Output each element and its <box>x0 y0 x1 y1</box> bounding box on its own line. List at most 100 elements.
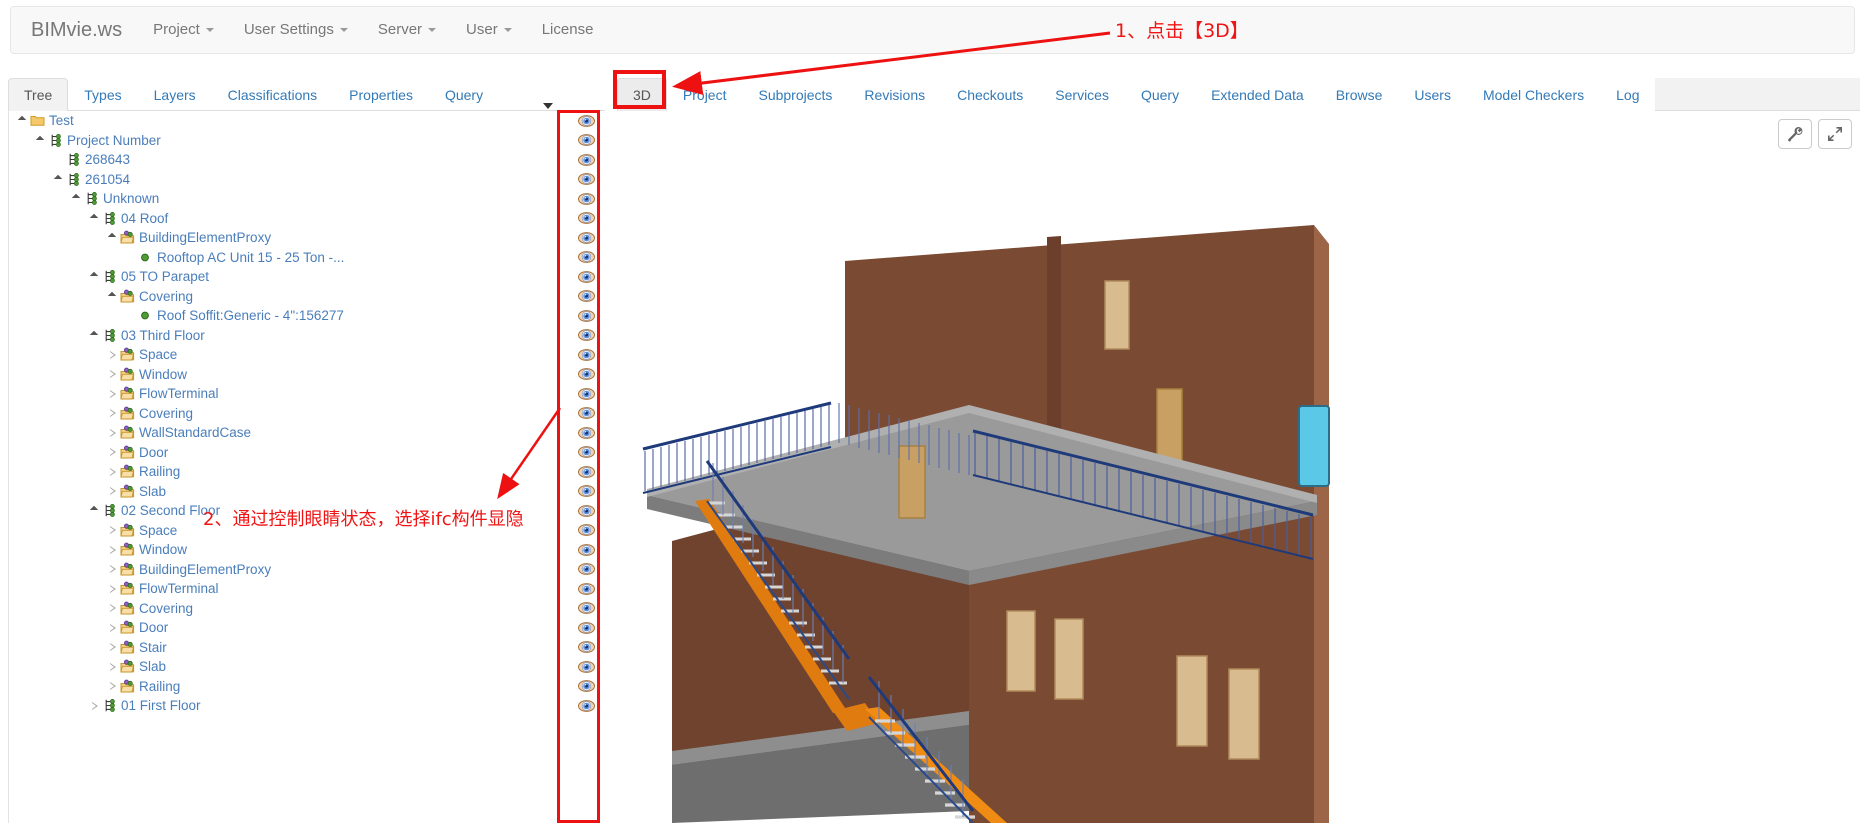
tree-node-label[interactable]: FlowTerminal <box>139 579 219 598</box>
eye-visibility-icon[interactable] <box>577 134 595 147</box>
tree-node-label[interactable]: Slab <box>139 657 166 676</box>
tree-node-label[interactable]: Roof Soffit:Generic - 4":156277 <box>157 306 344 325</box>
tree-expand-icon[interactable] <box>107 524 120 537</box>
eye-visibility-icon[interactable] <box>577 426 595 439</box>
tree-node[interactable]: Slab <box>9 657 605 677</box>
tree-expand-icon[interactable] <box>107 426 120 439</box>
tree-node-label[interactable]: Covering <box>139 287 193 306</box>
tree-node-label[interactable]: Window <box>139 365 187 384</box>
eye-visibility-icon[interactable] <box>577 251 595 264</box>
tree-node[interactable]: Covering <box>9 404 605 424</box>
eye-toggle-cell[interactable] <box>568 228 604 248</box>
eye-toggle-cell[interactable] <box>568 540 604 560</box>
3d-viewport[interactable] <box>617 111 1860 823</box>
tree-node[interactable]: Railing <box>9 462 605 482</box>
eye-toggle-cell[interactable] <box>568 482 604 502</box>
eye-visibility-icon[interactable] <box>577 485 595 498</box>
eye-visibility-icon[interactable] <box>577 543 595 556</box>
tree-node-label[interactable]: Space <box>139 345 177 364</box>
eye-toggle-cell[interactable] <box>568 384 604 404</box>
eye-toggle-cell[interactable] <box>568 696 604 716</box>
eye-visibility-icon[interactable] <box>577 621 595 634</box>
eye-toggle-cell[interactable] <box>568 131 604 151</box>
tree-node-label[interactable]: Covering <box>139 404 193 423</box>
eye-toggle-cell[interactable] <box>568 677 604 697</box>
right-tab-subprojects[interactable]: Subprojects <box>742 78 849 111</box>
tree-expand-icon[interactable] <box>107 660 120 673</box>
tree-node[interactable]: Covering <box>9 287 605 307</box>
tree-node[interactable]: WallStandardCase <box>9 423 605 443</box>
tree-collapse-caret-icon[interactable] <box>543 103 553 109</box>
tree-node-label[interactable]: BuildingElementProxy <box>139 228 271 247</box>
tree-node-label[interactable]: Project Number <box>67 131 161 150</box>
eye-toggle-cell[interactable] <box>568 657 604 677</box>
tree-node[interactable]: FlowTerminal <box>9 579 605 599</box>
right-tab-3d[interactable]: 3D <box>617 78 667 111</box>
tree-node[interactable]: Space <box>9 521 605 541</box>
left-tab-classifications[interactable]: Classifications <box>212 78 333 111</box>
left-tab-layers[interactable]: Layers <box>138 78 212 111</box>
eye-visibility-icon[interactable] <box>577 270 595 283</box>
tree-node[interactable]: FlowTerminal <box>9 384 605 404</box>
tree-node[interactable]: 01 First Floor <box>9 696 605 716</box>
tree-node[interactable]: Roof Soffit:Generic - 4":156277 <box>9 306 605 326</box>
tree-node[interactable]: Door <box>9 443 605 463</box>
eye-visibility-icon[interactable] <box>577 563 595 576</box>
tree-expand-icon[interactable] <box>107 348 120 361</box>
nav-item-user[interactable]: User <box>451 7 527 53</box>
tree-expand-collapse-icon[interactable] <box>89 270 102 283</box>
eye-toggle-cell[interactable] <box>568 287 604 307</box>
tree-node-label[interactable]: BuildingElementProxy <box>139 560 271 579</box>
nav-item-project[interactable]: Project <box>138 7 229 53</box>
eye-toggle-cell[interactable] <box>568 267 604 287</box>
right-tab-extended-data[interactable]: Extended Data <box>1195 78 1320 111</box>
eye-visibility-icon[interactable] <box>577 153 595 166</box>
tree-expand-icon[interactable] <box>107 563 120 576</box>
tree-node-label[interactable]: 268643 <box>85 150 130 169</box>
eye-visibility-icon[interactable] <box>577 504 595 517</box>
tree-expand-collapse-icon[interactable] <box>17 114 30 127</box>
right-tab-model-checkers[interactable]: Model Checkers <box>1466 78 1601 111</box>
tree-node-label[interactable]: 01 First Floor <box>121 696 201 715</box>
tree-node-label[interactable]: FlowTerminal <box>139 384 219 403</box>
tree-node[interactable]: Test <box>9 111 605 131</box>
tree-node-label[interactable]: Rooftop AC Unit 15 - 25 Ton -... <box>157 248 344 267</box>
wrench-icon-button[interactable] <box>1778 119 1812 149</box>
eye-visibility-icon[interactable] <box>577 407 595 420</box>
eye-toggle-cell[interactable] <box>568 170 604 190</box>
eye-visibility-icon[interactable] <box>577 212 595 225</box>
tree-node-label[interactable]: 05 TO Parapet <box>121 267 209 286</box>
eye-visibility-icon[interactable] <box>577 368 595 381</box>
right-tab-project[interactable]: Project <box>666 78 743 111</box>
tree-expand-icon[interactable] <box>107 446 120 459</box>
tree-node[interactable]: Unknown <box>9 189 605 209</box>
tree-expand-icon[interactable] <box>107 680 120 693</box>
eye-visibility-icon[interactable] <box>577 680 595 693</box>
tree-node-label[interactable]: Railing <box>139 462 180 481</box>
eye-toggle-cell[interactable] <box>568 501 604 521</box>
visibility-eye-column[interactable] <box>568 111 604 823</box>
tree-node[interactable]: 268643 <box>9 150 605 170</box>
tree-expand-icon[interactable] <box>107 621 120 634</box>
eye-visibility-icon[interactable] <box>577 582 595 595</box>
eye-toggle-cell[interactable] <box>568 111 604 131</box>
tree-expand-icon[interactable] <box>107 465 120 478</box>
eye-toggle-cell[interactable] <box>568 150 604 170</box>
tree-expand-collapse-icon[interactable] <box>107 290 120 303</box>
eye-toggle-cell[interactable] <box>568 326 604 346</box>
eye-toggle-cell[interactable] <box>568 638 604 658</box>
tree-node[interactable]: BuildingElementProxy <box>9 228 605 248</box>
eye-visibility-icon[interactable] <box>577 231 595 244</box>
eye-visibility-icon[interactable] <box>577 699 595 712</box>
tree-expand-icon[interactable] <box>107 582 120 595</box>
tree-node-label[interactable]: Unknown <box>103 189 159 208</box>
tree-node-label[interactable]: Test <box>49 111 74 130</box>
tree-expand-collapse-icon[interactable] <box>71 192 84 205</box>
eye-visibility-icon[interactable] <box>577 114 595 127</box>
eye-visibility-icon[interactable] <box>577 387 595 400</box>
eye-visibility-icon[interactable] <box>577 290 595 303</box>
eye-visibility-icon[interactable] <box>577 602 595 615</box>
tree-node-label[interactable]: 04 Roof <box>121 209 168 228</box>
left-tab-tree[interactable]: Tree <box>8 78 69 111</box>
tree-expand-icon[interactable] <box>89 699 102 712</box>
